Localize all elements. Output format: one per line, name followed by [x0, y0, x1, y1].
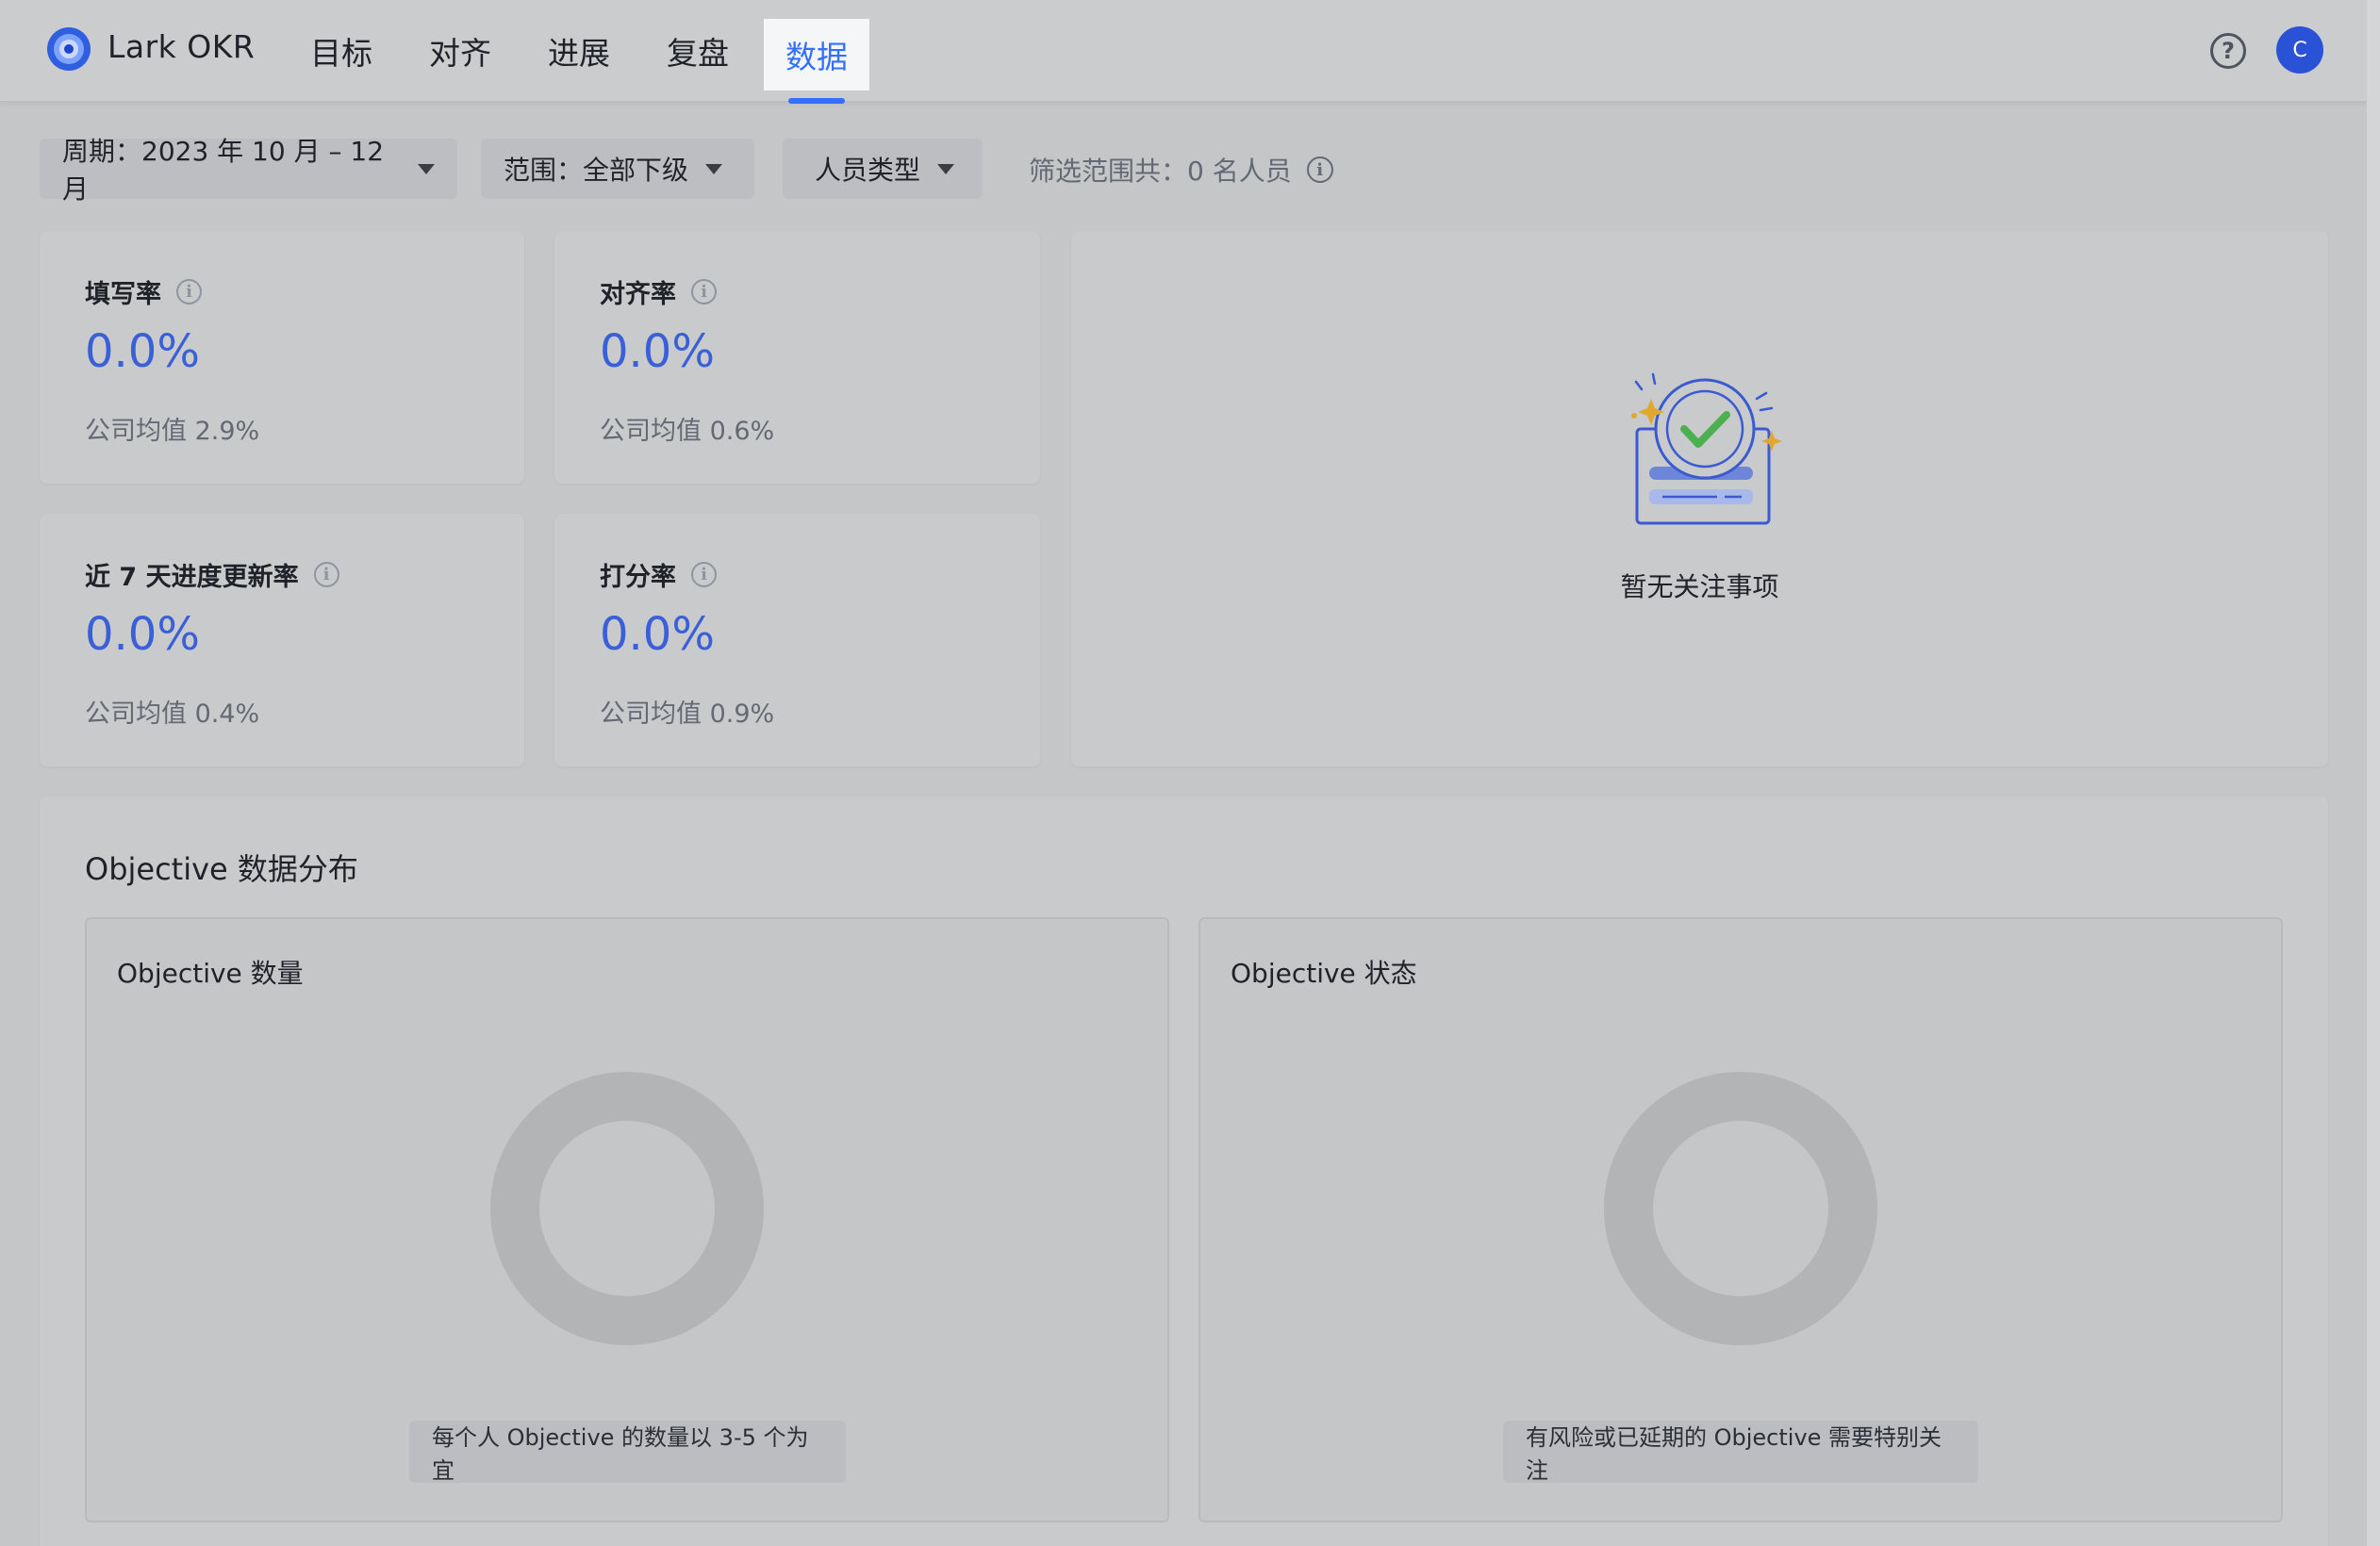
stat-title-label: 填写率 — [85, 280, 161, 309]
nav-tab-progress[interactable]: 进展 — [526, 0, 632, 102]
avatar-initial: C — [2292, 38, 2307, 62]
filter-summary-text: 筛选范围共：0 名人员 — [1029, 156, 1292, 187]
objective-count-card: Objective 数量 每个人 Objective 的数量以 3-5 个为宜 — [85, 917, 1169, 1522]
objective-status-card: Objective 状态 有风险或已延期的 Objective 需要特别关注 — [1198, 917, 2283, 1522]
objective-distribution-panel: Objective 数据分布 Objective 数量 每个人 Objectiv… — [40, 797, 2328, 1546]
objective-status-tip: 有风险或已延期的 Objective 需要特别关注 — [1503, 1421, 1978, 1484]
filter-summary: 筛选范围共：0 名人员 i — [1029, 151, 1333, 189]
stat-card-progress-update-rate: 近 7 天进度更新率 i 0.0% 公司均值 0.4% — [40, 514, 524, 766]
user-avatar[interactable]: C — [2276, 26, 2323, 74]
scope-filter-dropdown[interactable]: 范围：全部下级 — [481, 139, 754, 199]
main-nav: 目标 对齐 进展 复盘 数据 — [289, 0, 883, 104]
nav-tab-align[interactable]: 对齐 — [407, 0, 513, 102]
stat-value: 0.0% — [600, 325, 715, 378]
info-glyph: i — [1316, 159, 1324, 180]
stat-title: 对齐率 i — [600, 273, 717, 310]
info-icon[interactable]: i — [176, 279, 202, 304]
stat-title-label: 近 7 天进度更新率 — [85, 563, 299, 592]
focus-empty-text: 暂无关注事项 — [1620, 571, 1779, 602]
help-glyph: ? — [2222, 38, 2235, 64]
period-filter-label: 周期：2023 年 10 月 – 12 月 — [62, 136, 385, 205]
brand-name[interactable]: Lark OKR — [107, 28, 255, 65]
info-icon[interactable]: i — [691, 562, 717, 587]
subcard-title: Objective 数量 — [117, 958, 304, 989]
caret-down-icon — [937, 163, 955, 174]
stat-card-score-rate: 打分率 i 0.0% 公司均值 0.9% — [554, 514, 1040, 766]
top-header: Lark OKR 目标 对齐 进展 复盘 数据 ? C — [0, 0, 2367, 104]
stat-value: 0.0% — [600, 608, 715, 661]
stat-title: 近 7 天进度更新率 i — [85, 556, 339, 593]
person-type-filter-dropdown[interactable]: 人员类型 — [783, 139, 983, 199]
section-title: Objective 数据分布 — [85, 851, 358, 887]
info-icon[interactable]: i — [1306, 156, 1333, 183]
empty-checklist-icon — [1631, 372, 1782, 525]
caret-down-icon — [705, 163, 723, 174]
nav-tab-goals[interactable]: 目标 — [289, 0, 394, 102]
nav-tab-review[interactable]: 复盘 — [645, 0, 751, 102]
info-glyph: i — [701, 282, 707, 302]
objective-count-donut — [490, 1072, 764, 1345]
page-scrollbar[interactable] — [2367, 0, 2380, 1546]
objective-status-donut — [1604, 1072, 1877, 1345]
lark-okr-logo-icon — [47, 27, 91, 71]
stat-card-fill-rate: 填写率 i 0.0% 公司均值 2.9% — [40, 231, 524, 484]
stat-title: 填写率 i — [85, 273, 202, 310]
stat-company-average: 公司均值 2.9% — [85, 417, 260, 446]
app-root: Lark OKR 目标 对齐 进展 复盘 数据 ? C 周期：2023 年 10… — [0, 0, 2367, 1546]
info-glyph: i — [701, 565, 707, 584]
objective-count-tip: 每个人 Objective 的数量以 3-5 个为宜 — [409, 1421, 846, 1484]
person-type-filter-label: 人员类型 — [815, 155, 921, 186]
stat-card-align-rate: 对齐率 i 0.0% 公司均值 0.6% — [554, 231, 1040, 484]
help-icon[interactable]: ? — [2210, 33, 2246, 69]
info-icon[interactable]: i — [313, 562, 339, 587]
stat-value: 0.0% — [85, 325, 200, 378]
focus-items-card: 暂无关注事项 — [1071, 231, 2328, 766]
stat-title-label: 对齐率 — [600, 280, 676, 309]
info-glyph: i — [322, 565, 330, 584]
stat-company-average: 公司均值 0.6% — [600, 417, 775, 446]
stat-title: 打分率 i — [600, 556, 717, 593]
period-filter-dropdown[interactable]: 周期：2023 年 10 月 – 12 月 — [40, 136, 457, 205]
subcard-title: Objective 状态 — [1231, 958, 1417, 989]
scope-filter-label: 范围：全部下级 — [504, 155, 689, 186]
nav-tab-data[interactable]: 数据 — [764, 19, 869, 104]
caret-down-icon — [418, 163, 435, 174]
info-icon[interactable]: i — [691, 279, 717, 304]
stat-company-average: 公司均值 0.9% — [600, 699, 775, 729]
info-glyph: i — [186, 282, 192, 302]
stat-company-average: 公司均值 0.4% — [85, 699, 260, 729]
stat-value: 0.0% — [85, 608, 200, 661]
stat-title-label: 打分率 — [600, 563, 676, 592]
